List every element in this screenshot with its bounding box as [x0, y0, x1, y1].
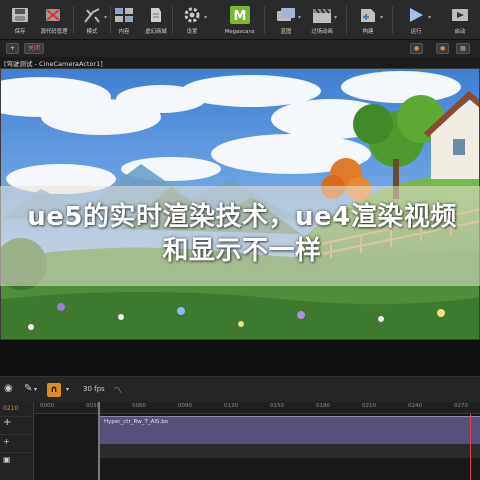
- launch-label: 启动: [454, 28, 466, 35]
- viewport-options-button[interactable]: +: [6, 43, 20, 54]
- chevron-down-icon[interactable]: ▾: [204, 14, 207, 21]
- settings-button[interactable]: 设置 ▾: [174, 0, 210, 40]
- launch-icon: [447, 4, 473, 26]
- build-label: 构建: [362, 28, 374, 35]
- chevron-down-icon[interactable]: ▾: [428, 14, 431, 21]
- blueprints-button[interactable]: 蓝图 ▾: [268, 0, 304, 40]
- end-marker[interactable]: [470, 414, 471, 480]
- track-row-header[interactable]: ▣: [0, 452, 34, 468]
- play-button[interactable]: 运行 ▾: [398, 0, 434, 40]
- toolbar-divider: [346, 6, 347, 34]
- save-button[interactable]: 保存: [2, 0, 38, 40]
- tick-label: 0150: [270, 403, 284, 409]
- viewport-header: + 关闭 ● ● ▦: [0, 40, 480, 57]
- chevron-down-icon[interactable]: ▾: [34, 386, 37, 393]
- content-label: 内容: [118, 28, 130, 35]
- chevron-down-icon[interactable]: ▾: [380, 14, 383, 21]
- sub-track-bar[interactable]: [98, 444, 480, 458]
- track-list-panel: 0210 + + ▣: [0, 402, 34, 480]
- source-control-icon: [41, 4, 67, 26]
- cinematics-button[interactable]: 过场动画 ▾: [304, 0, 340, 40]
- toolbar-divider: [392, 6, 393, 34]
- megascans-button[interactable]: M Megascans: [222, 0, 258, 40]
- pencil-icon[interactable]: ✎: [24, 383, 32, 394]
- camera-icon[interactable]: ◉: [4, 383, 13, 394]
- viewport-grid-button[interactable]: ●: [436, 43, 450, 54]
- save-label: 保存: [14, 28, 26, 35]
- launch-button[interactable]: 启动: [442, 0, 478, 40]
- tick-label: 0240: [408, 403, 422, 409]
- blueprints-label: 蓝图: [280, 28, 292, 35]
- track-row-header[interactable]: +: [0, 416, 34, 432]
- fps-dropdown[interactable]: 30 fps: [83, 385, 105, 393]
- viewport-snap-button[interactable]: ●: [410, 43, 424, 54]
- megascans-icon: M: [227, 4, 253, 26]
- marketplace-icon: [143, 4, 169, 26]
- play-label: 运行: [410, 28, 422, 35]
- tick-label: 0270: [454, 403, 468, 409]
- add-subtrack-icon[interactable]: +: [3, 437, 10, 446]
- chevron-down-icon[interactable]: ▾: [298, 14, 301, 21]
- sequencer-gap: [0, 340, 480, 376]
- content-icon: [111, 4, 137, 26]
- save-icon: [7, 4, 33, 26]
- playhead[interactable]: [98, 402, 100, 480]
- settings-label: 设置: [186, 28, 198, 35]
- clip-label: Hyper_ctr_Rw_T_AIS.bo: [104, 419, 169, 425]
- marketplace-button[interactable]: 虚幻商城: [138, 0, 174, 40]
- tick-label: 0120: [224, 403, 238, 409]
- add-track-icon[interactable]: +: [3, 417, 11, 428]
- megascans-label: Megascans: [224, 28, 256, 35]
- modes-button[interactable]: 模式 ▾: [74, 0, 110, 40]
- tick-label: 0210: [362, 403, 376, 409]
- chevron-down-icon[interactable]: ▾: [66, 386, 69, 393]
- tick-label: 0000: [40, 403, 54, 409]
- cinematics-label: 过场动画: [311, 28, 333, 35]
- content-button[interactable]: 内容: [106, 0, 142, 40]
- play-icon: [403, 4, 429, 26]
- marketplace-label: 虚幻商城: [145, 28, 167, 35]
- viewport-layout-button[interactable]: ▦: [456, 43, 470, 54]
- modes-icon: [79, 4, 105, 26]
- viewport-close-button[interactable]: 关闭: [24, 43, 45, 54]
- settings-icon: [179, 4, 205, 26]
- blueprints-icon: [273, 4, 299, 26]
- tick-label: 0090: [178, 403, 192, 409]
- tick-label: 0060: [132, 403, 146, 409]
- build-button[interactable]: 构建 ▾: [350, 0, 386, 40]
- clapperboard-icon: [309, 4, 335, 26]
- source-control-label: 源代码管理: [40, 28, 68, 35]
- track-row-header[interactable]: +: [0, 434, 34, 450]
- timeline-ruler[interactable]: 0000 0030 0060 0090 0120 0150 0180 0210 …: [34, 402, 480, 414]
- tick-label: 0180: [316, 403, 330, 409]
- camera-cut-clip[interactable]: Hyper_ctr_Rw_T_AIS.bo: [98, 416, 480, 444]
- magnet-icon: ∩: [50, 385, 58, 395]
- current-timecode[interactable]: 0210: [3, 405, 18, 412]
- track-area[interactable]: Hyper_ctr_Rw_T_AIS.bo: [34, 414, 480, 480]
- viewport-tabbar: [驾驶测试 - CineCameraActor1]: [0, 57, 480, 68]
- toolbar-divider: [172, 6, 173, 34]
- modes-label: 模式: [86, 28, 98, 35]
- build-icon: [355, 4, 381, 26]
- toolbar-divider: [264, 6, 265, 34]
- main-toolbar: 保存 源代码管理 模式 ▾ 内容 虚幻商城 设置 ▾ M Megascans 蓝…: [0, 0, 480, 40]
- svg-text:M: M: [234, 9, 247, 24]
- curve-editor-icon[interactable]: 〽: [114, 385, 122, 396]
- snap-toggle-button[interactable]: ∩: [47, 383, 61, 397]
- viewport-camera-title: [驾驶测试 - CineCameraActor1]: [4, 60, 103, 68]
- source-control-button[interactable]: 源代码管理: [36, 0, 72, 40]
- overlay-title: ue5的实时渲染技术，ue4渲染视频和显示不一样: [27, 202, 457, 266]
- chevron-down-icon[interactable]: ▾: [334, 14, 337, 21]
- sequencer-toolbar: ◉ ✎ ▾ ∩ ▾ 30 fps 〽: [0, 376, 480, 402]
- lock-icon[interactable]: ▣: [3, 455, 11, 464]
